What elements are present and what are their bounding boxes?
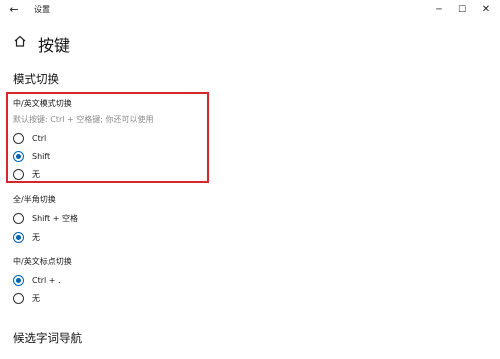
radio-dot xyxy=(16,234,21,240)
radio-button[interactable] xyxy=(13,292,24,304)
section-heading-mode-switch: 模式切换 xyxy=(13,72,59,86)
maximize-button[interactable]: ☐ xyxy=(452,2,472,18)
radio-none-full-half[interactable]: 无 xyxy=(13,231,40,243)
radio-label: Ctrl xyxy=(32,133,47,143)
back-arrow-icon[interactable]: ← xyxy=(7,3,21,17)
radio-button-selected[interactable] xyxy=(13,231,24,243)
radio-label: 无 xyxy=(32,293,40,303)
group-label-cn-en-switch: 中/英文模式切换 xyxy=(13,99,72,108)
minimize-button[interactable]: ─ xyxy=(429,2,449,18)
radio-dot xyxy=(16,277,21,283)
radio-none-cn-en[interactable]: 无 xyxy=(13,168,40,180)
radio-ctrl[interactable]: Ctrl xyxy=(13,132,46,144)
group-label-punct-switch: 中/英文标点切换 xyxy=(13,257,72,266)
group-description-cn-en-switch: 默认按键: Ctrl + 空格键; 你还可以使用 xyxy=(13,115,154,124)
radio-button[interactable] xyxy=(13,212,24,224)
radio-none-punct[interactable]: 无 xyxy=(13,292,40,304)
radio-ctrl-dot[interactable]: Ctrl + . xyxy=(13,274,61,286)
radio-label: Shift xyxy=(32,151,51,161)
radio-button-selected[interactable] xyxy=(13,274,24,286)
radio-dot xyxy=(16,153,21,159)
section-heading-candidate-nav: 候选字词导航 xyxy=(13,331,82,345)
radio-label: 无 xyxy=(32,232,40,242)
radio-label: 无 xyxy=(32,169,40,179)
radio-label: Shift + 空格 xyxy=(32,213,78,223)
radio-label: Ctrl + . xyxy=(32,275,61,285)
radio-button-selected[interactable] xyxy=(13,150,24,162)
close-button[interactable]: ✕ xyxy=(476,2,496,18)
title-bar: ← 设置 ─ ☐ ✕ xyxy=(0,0,500,20)
home-icon xyxy=(14,35,26,47)
radio-button[interactable] xyxy=(13,132,24,144)
page-title: 按键 xyxy=(38,36,71,55)
group-label-full-half-switch: 全/半角切换 xyxy=(13,195,56,204)
window-title: 设置 xyxy=(34,5,50,14)
radio-shift[interactable]: Shift xyxy=(13,150,50,162)
radio-shift-space[interactable]: Shift + 空格 xyxy=(13,212,78,224)
radio-button[interactable] xyxy=(13,168,24,180)
